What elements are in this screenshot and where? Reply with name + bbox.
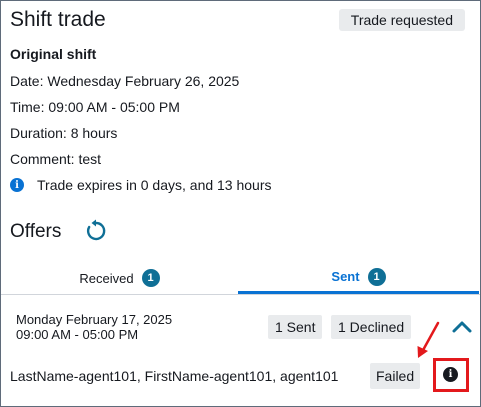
comment-row: Comment: test [10, 151, 101, 167]
tab-received-label: Received [79, 270, 134, 286]
date-label: Date: [10, 73, 44, 89]
failed-status-badge: Failed [370, 363, 421, 389]
offers-heading: Offers [10, 221, 62, 242]
time-row: Time: 09:00 AM - 05:00 PM [10, 99, 180, 115]
comment-label: Comment: [10, 151, 75, 167]
date-row: Date: Wednesday February 26, 2025 [10, 73, 239, 89]
offer-time: 09:00 AM - 05:00 PM [16, 327, 139, 342]
sent-count-chip: 1 Sent [268, 315, 323, 339]
failure-info-icon[interactable]: i [443, 367, 458, 382]
trade-expiry-notice: i Trade expires in 0 days, and 13 hours [10, 177, 272, 193]
expiry-text: Trade expires in 0 days, and 13 hours [37, 177, 272, 193]
declined-count-chip: 1 Declined [331, 315, 412, 339]
duration-label: Duration: [10, 125, 67, 141]
agent-name: LastName-agent101, FirstName-agent101, a… [10, 368, 339, 384]
tab-received[interactable]: Received 1 [1, 262, 238, 294]
date-value: Wednesday February 26, 2025 [47, 73, 240, 89]
chevron-up-icon[interactable] [451, 318, 473, 334]
duration-value: 8 hours [70, 125, 118, 141]
duration-row: Duration: 8 hours [10, 125, 117, 141]
annotation-arrow-icon [417, 321, 440, 358]
status-badge: Trade requested [338, 9, 465, 31]
page-title: Shift trade [10, 8, 106, 31]
sent-count-badge: 1 [367, 267, 386, 286]
tab-divider [1, 294, 480, 295]
original-shift-heading: Original shift [10, 46, 97, 62]
received-count-badge: 1 [141, 269, 160, 287]
tab-sent-label: Sent [331, 269, 360, 284]
offer-date: Monday February 17, 2025 [16, 312, 173, 327]
info-icon: i [10, 178, 24, 192]
time-value: 09:00 AM - 05:00 PM [48, 99, 180, 115]
tab-sent[interactable]: Sent 1 [238, 262, 479, 294]
time-label: Time: [10, 99, 45, 115]
comment-value: test [78, 151, 102, 167]
refresh-icon[interactable] [84, 219, 108, 243]
